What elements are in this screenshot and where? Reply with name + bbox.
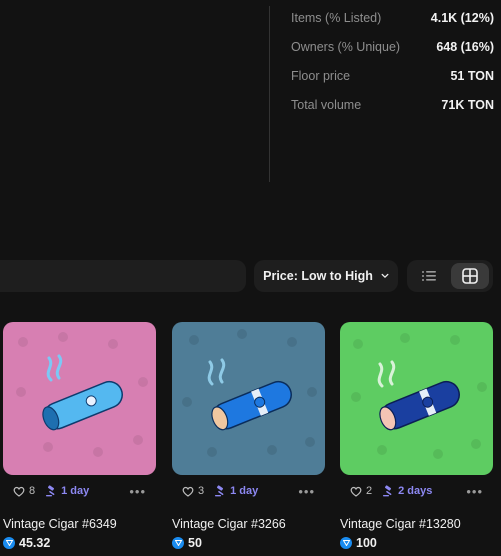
more-options-icon[interactable]: •••: [129, 484, 146, 499]
grid-view-button[interactable]: [451, 263, 489, 289]
stat-value: 71K TON: [441, 98, 494, 112]
heart-icon: [182, 486, 194, 497]
stat-owners: Owners (% Unique) 648 (16%): [291, 39, 494, 68]
more-options-icon[interactable]: •••: [466, 484, 483, 499]
search-input[interactable]: [0, 260, 246, 292]
stat-total-volume: Total volume 71K TON: [291, 97, 494, 126]
gavel-icon: [383, 485, 392, 497]
card-name: Vintage Cigar #3266: [172, 517, 286, 531]
price-value: 100: [356, 536, 377, 550]
nft-card[interactable]: 8 1 day ••• Vintage Cigar #6349 45.32: [3, 322, 156, 550]
stat-value: 648 (16%): [436, 40, 494, 54]
stats-divider: [269, 6, 270, 182]
likes[interactable]: 2: [350, 485, 372, 497]
auction-badge: 1 day: [214, 485, 258, 497]
view-toggle: [407, 260, 493, 292]
nft-image[interactable]: [172, 322, 325, 475]
price-value: 45.32: [19, 536, 51, 550]
more-options-icon[interactable]: •••: [298, 484, 315, 499]
stat-value: 51 TON: [450, 69, 494, 83]
likes[interactable]: 3: [182, 485, 204, 497]
auction-time: 1 day: [230, 485, 259, 497]
card-meta: 3 1 day •••: [172, 475, 325, 507]
nft-card[interactable]: 2 2 days ••• Vintage Cigar #13280 100: [340, 322, 493, 550]
stat-label: Total volume: [291, 98, 362, 112]
card-price: 45.32: [3, 536, 156, 550]
likes-count: 3: [198, 485, 205, 497]
stat-label: Items (% Listed): [291, 11, 382, 25]
card-price: 100: [340, 536, 493, 550]
likes-count: 8: [29, 485, 36, 497]
ton-icon: [3, 537, 15, 549]
card-name: Vintage Cigar #13280: [340, 517, 461, 531]
stat-label: Owners (% Unique): [291, 40, 401, 54]
heart-icon: [350, 486, 362, 497]
auction-time: 2 days: [398, 485, 433, 497]
nft-card[interactable]: 3 1 day ••• Vintage Cigar #3266 50: [172, 322, 325, 550]
price-value: 50: [188, 536, 202, 550]
card-meta: 8 1 day •••: [3, 475, 156, 507]
likes[interactable]: 8: [13, 485, 35, 497]
stat-items: Items (% Listed) 4.1K (12%): [291, 10, 494, 39]
likes-count: 2: [366, 485, 373, 497]
stat-label: Floor price: [291, 69, 351, 83]
stat-floor-price: Floor price 51 TON: [291, 68, 494, 97]
card-meta: 2 2 days •••: [340, 475, 493, 507]
stat-value: 4.1K (12%): [430, 11, 494, 25]
card-name: Vintage Cigar #6349: [3, 517, 117, 531]
chevron-down-icon: [381, 273, 389, 278]
nft-image[interactable]: [3, 322, 156, 475]
card-price: 50: [172, 536, 325, 550]
heart-icon: [13, 486, 25, 497]
auction-badge: 1 day: [45, 485, 89, 497]
collection-stats: Items (% Listed) 4.1K (12%) Owners (% Un…: [291, 10, 494, 126]
nft-image[interactable]: [340, 322, 493, 475]
grid-icon: [462, 268, 478, 284]
list-icon: [422, 271, 436, 281]
auction-badge: 2 days: [382, 485, 432, 497]
sort-dropdown[interactable]: Price: Low to High: [254, 260, 398, 292]
sort-label: Price: Low to High: [263, 269, 373, 283]
gavel-icon: [215, 485, 224, 497]
auction-time: 1 day: [61, 485, 90, 497]
ton-icon: [172, 537, 184, 549]
ton-icon: [340, 537, 352, 549]
list-view-button[interactable]: [410, 263, 448, 289]
gavel-icon: [46, 485, 55, 497]
